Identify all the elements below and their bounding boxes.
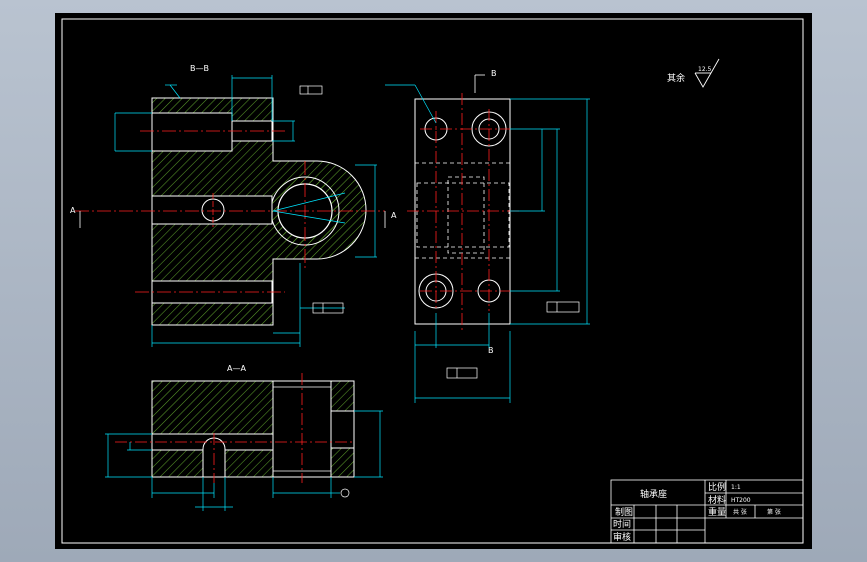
cad-drawing: B—B A A B B A—A 其余 12.5 轴承座 比例 1:1 材料 HT… <box>61 18 804 544</box>
title-part-name: 轴承座 <box>640 488 667 500</box>
title-material-label: 材料 <box>708 494 726 506</box>
drawing-sheet: B—B A A B B A—A 其余 12.5 轴承座 比例 1:1 材料 HT… <box>55 13 812 549</box>
side-hidden-inner <box>447 176 485 254</box>
title-scale-value: 1:1 <box>731 484 741 491</box>
bb-top-tolerance-frame <box>299 85 323 95</box>
title-sheets-total: 共 张 <box>733 508 747 516</box>
title-sheet-no: 第 张 <box>767 508 781 516</box>
cut-marker-b-top: B <box>491 69 497 78</box>
title-weight-label: 重量 <box>708 506 726 518</box>
surface-roughness-note: 其余 12.5 <box>667 58 720 88</box>
section-aa-view: A—A <box>105 364 383 511</box>
section-bb-view: B—B A A <box>70 64 397 347</box>
aa-counterbore <box>330 410 355 449</box>
side-tolerance-frame-b <box>446 367 478 379</box>
title-material-value: HT200 <box>731 497 751 504</box>
title-scale-label: 比例 <box>708 481 726 493</box>
surface-note-label: 其余 <box>667 72 685 84</box>
title-date-label: 时间 <box>613 518 631 530</box>
title-drawn-by-label: 制图 <box>615 506 633 518</box>
side-dimensions <box>385 84 590 403</box>
section-aa-label: A—A <box>227 364 246 373</box>
aa-datum-marker <box>340 488 350 498</box>
bb-top-bore <box>151 112 233 152</box>
side-view: B B <box>385 69 590 403</box>
side-view-outline <box>414 98 511 325</box>
side-tolerance-frame-a <box>546 301 580 313</box>
side-hidden-bore <box>416 182 510 248</box>
surface-note-value: 12.5 <box>698 66 712 73</box>
cut-marker-a-left: A <box>70 206 76 215</box>
cut-marker-a-right: A <box>391 211 397 220</box>
section-bb-label: B—B <box>190 64 209 73</box>
side-centerlines <box>407 93 520 331</box>
title-checked-by-label: 审核 <box>613 531 631 543</box>
